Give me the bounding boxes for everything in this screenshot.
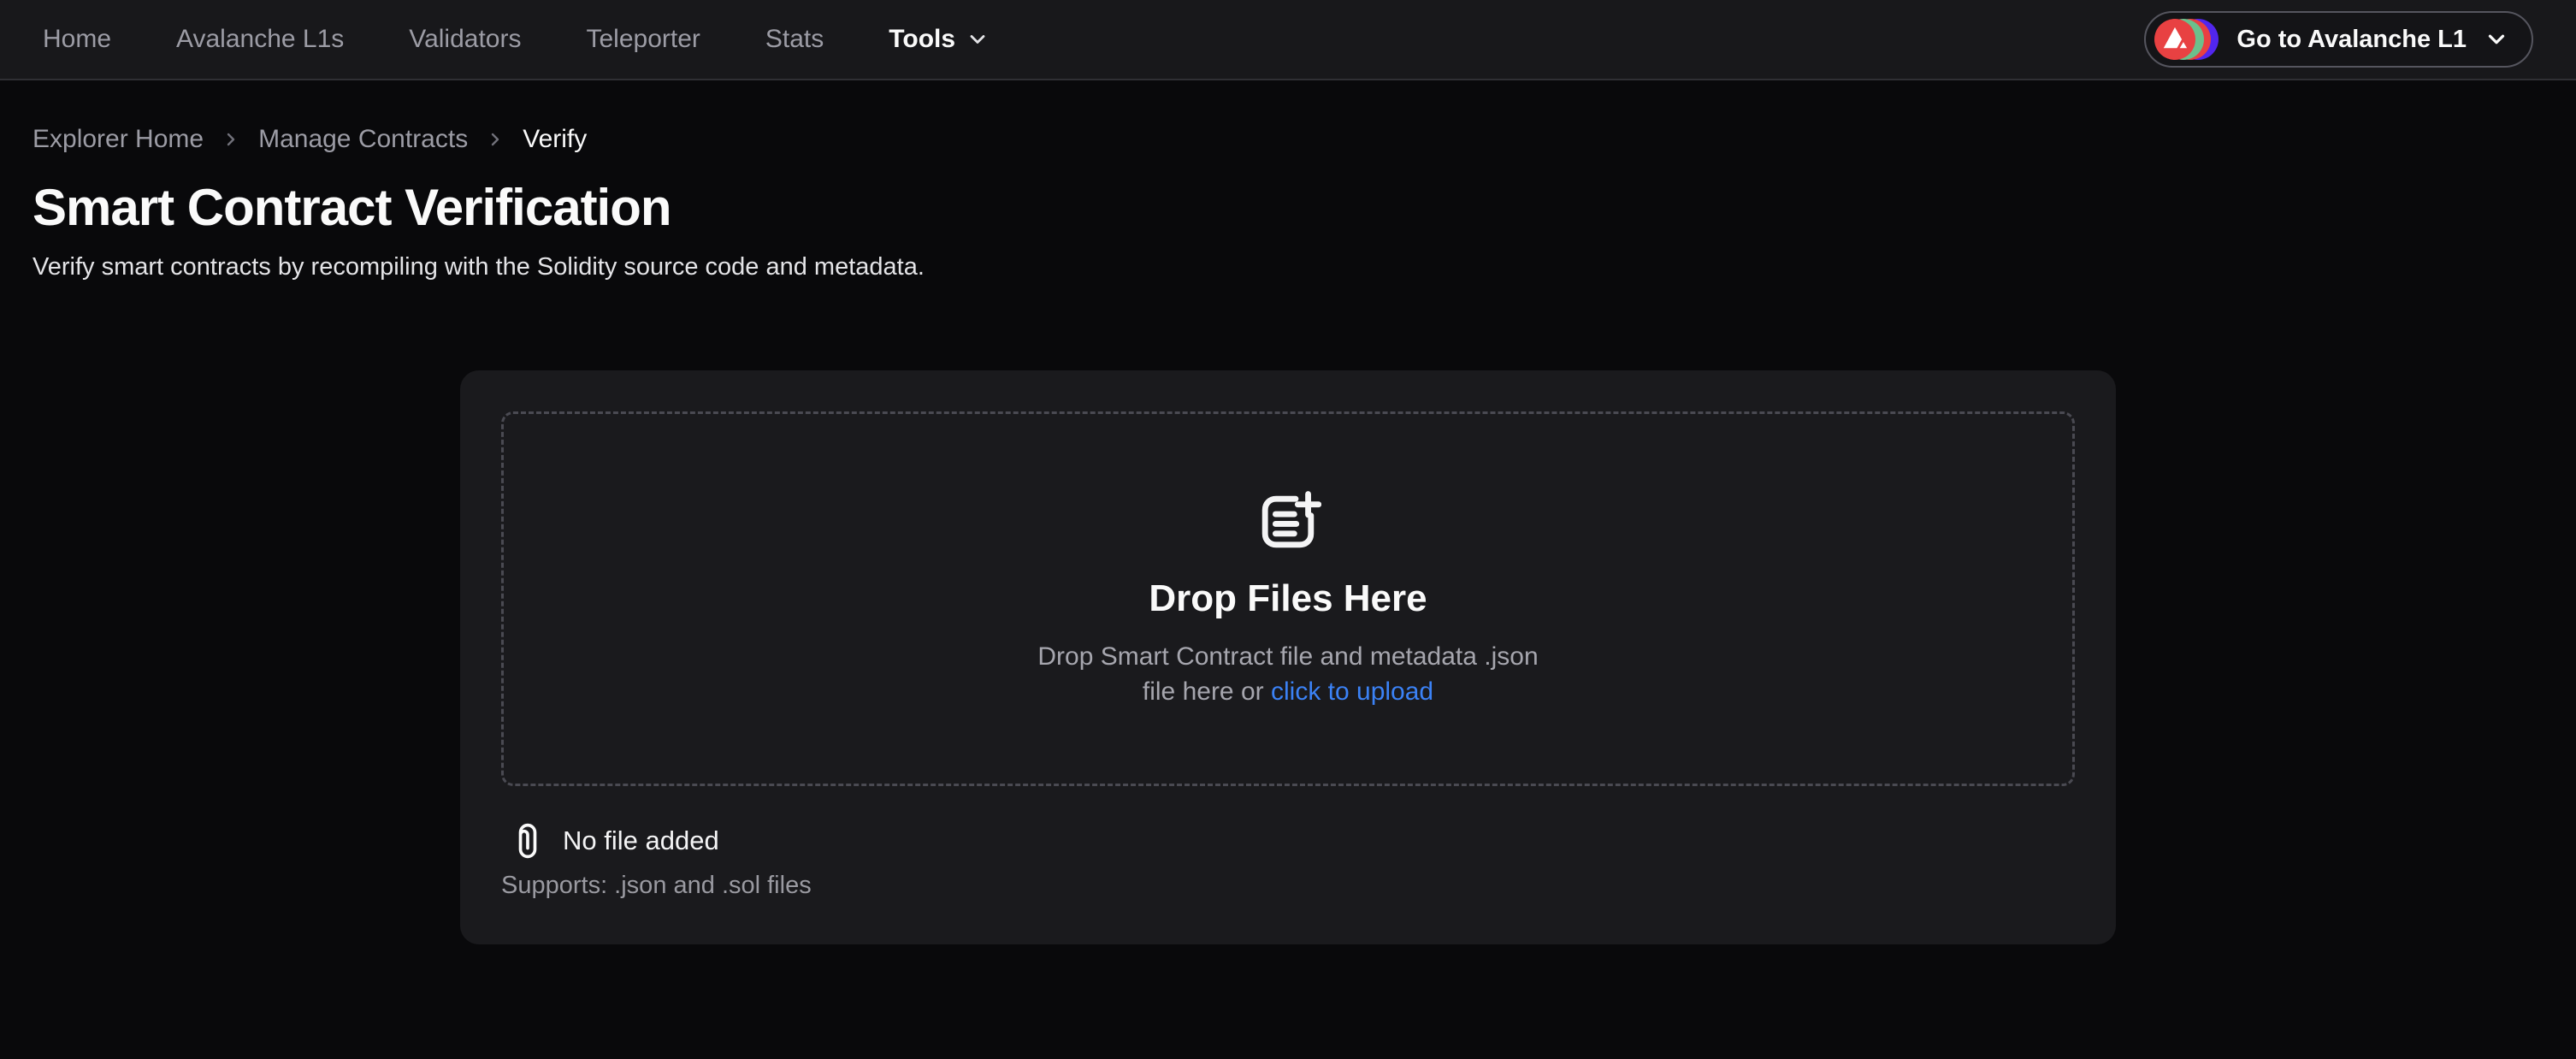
nav-item-home[interactable]: Home <box>43 25 111 54</box>
page-title: Smart Contract Verification <box>32 178 2544 238</box>
click-to-upload-link[interactable]: click to upload <box>1271 677 1433 706</box>
file-status-row: No file added <box>501 820 2075 861</box>
main-content: Explorer Home Manage Contracts Verify Sm… <box>0 80 2576 944</box>
nav-item-tools-label: Tools <box>889 25 955 54</box>
nav-links: Home Avalanche L1s Validators Teleporter… <box>43 25 990 54</box>
dropzone-heading: Drop Files Here <box>1149 577 1427 620</box>
breadcrumb: Explorer Home Manage Contracts Verify <box>32 125 2544 154</box>
chevron-right-icon <box>485 129 505 150</box>
nav-item-validators[interactable]: Validators <box>409 25 521 54</box>
breadcrumb-verify: Verify <box>523 125 587 154</box>
file-dropzone[interactable]: Drop Files Here Drop Smart Contract file… <box>501 411 2075 786</box>
supported-formats-text: Supports: .json and .sol files <box>501 872 2075 900</box>
nav-item-avalanche-l1s[interactable]: Avalanche L1s <box>176 25 344 54</box>
chevron-right-icon <box>221 129 241 150</box>
nav-item-stats[interactable]: Stats <box>765 25 824 54</box>
breadcrumb-manage-contracts[interactable]: Manage Contracts <box>258 125 468 154</box>
dropzone-description: Drop Smart Contract file and metadata .j… <box>1037 639 1538 709</box>
breadcrumb-explorer-home[interactable]: Explorer Home <box>32 125 204 154</box>
nav-item-tools[interactable]: Tools <box>889 25 990 54</box>
chevron-down-icon <box>966 27 990 51</box>
nav-item-teleporter[interactable]: Teleporter <box>586 25 700 54</box>
top-nav-bar: Home Avalanche L1s Validators Teleporter… <box>0 0 2576 80</box>
dropzone-description-line2: file here or <box>1143 677 1264 706</box>
note-add-icon <box>1255 488 1321 555</box>
chevron-down-icon <box>2484 27 2509 52</box>
avalanche-logo-icon <box>2154 19 2195 60</box>
paperclip-icon <box>513 820 542 861</box>
go-to-avalanche-l1-label: Go to Avalanche L1 <box>2236 26 2467 54</box>
go-to-avalanche-l1-button[interactable]: Go to Avalanche L1 <box>2144 11 2533 68</box>
file-status-text: No file added <box>563 825 719 856</box>
chain-logo-stack <box>2154 19 2219 60</box>
dropzone-description-line1: Drop Smart Contract file and metadata .j… <box>1037 642 1538 671</box>
upload-card: Drop Files Here Drop Smart Contract file… <box>460 370 2116 944</box>
page-subtitle: Verify smart contracts by recompiling wi… <box>32 253 2544 281</box>
